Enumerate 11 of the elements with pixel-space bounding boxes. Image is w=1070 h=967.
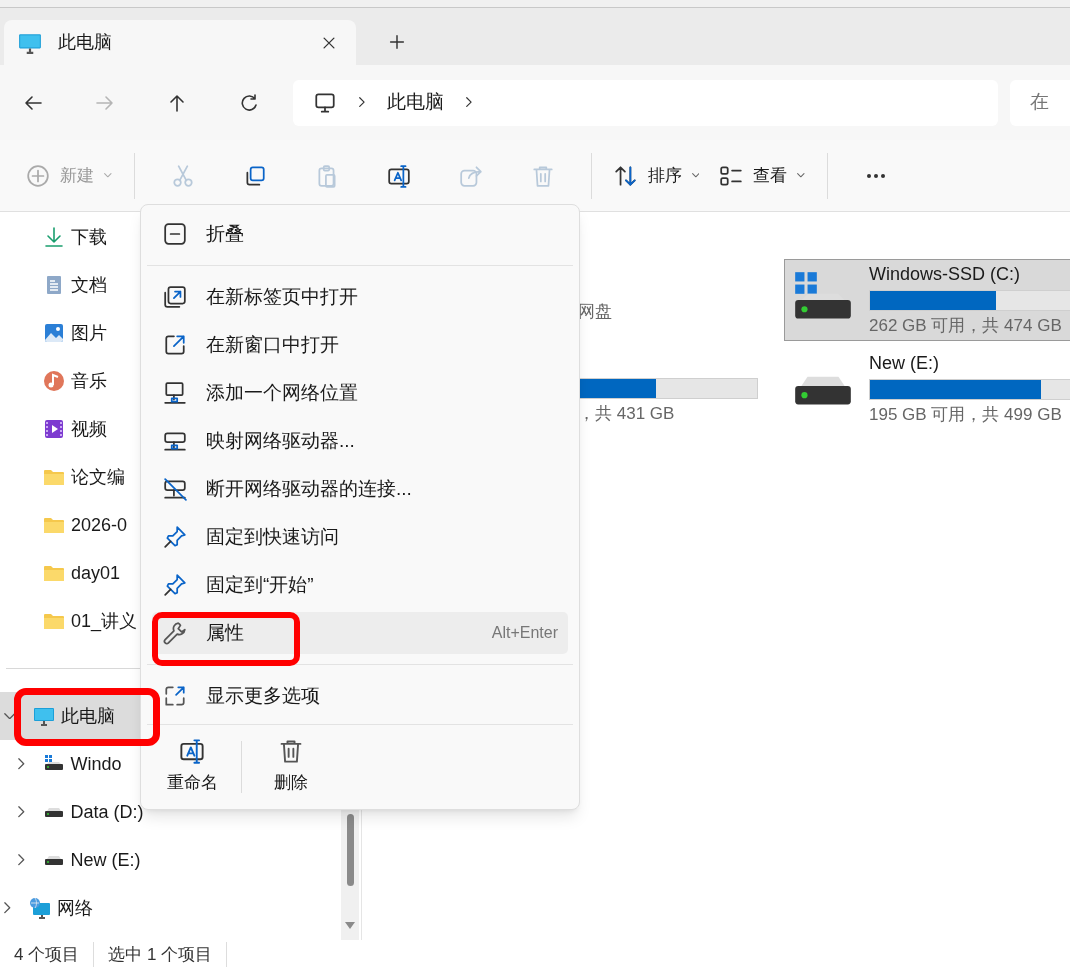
drive-name: Windows-SSD (C:) bbox=[869, 263, 1021, 287]
drive-space: 262 GB 可用，共 474 GB bbox=[869, 315, 1063, 338]
tab-label: 此电脑 bbox=[58, 31, 113, 54]
drive-detail: 网盘 bbox=[578, 301, 613, 324]
drive-space: 195 GB 可用，共 499 GB bbox=[869, 404, 1063, 427]
drive-name: New (E:) bbox=[869, 352, 940, 376]
menu-item-label: 属性 bbox=[206, 620, 245, 645]
shortcut-text: Alt+Enter bbox=[491, 623, 558, 643]
status-text: 选中 1 个项目 bbox=[94, 941, 228, 967]
status-text: 4 个项目 bbox=[0, 941, 95, 967]
drive-space: ，共 431 GB bbox=[578, 403, 676, 426]
